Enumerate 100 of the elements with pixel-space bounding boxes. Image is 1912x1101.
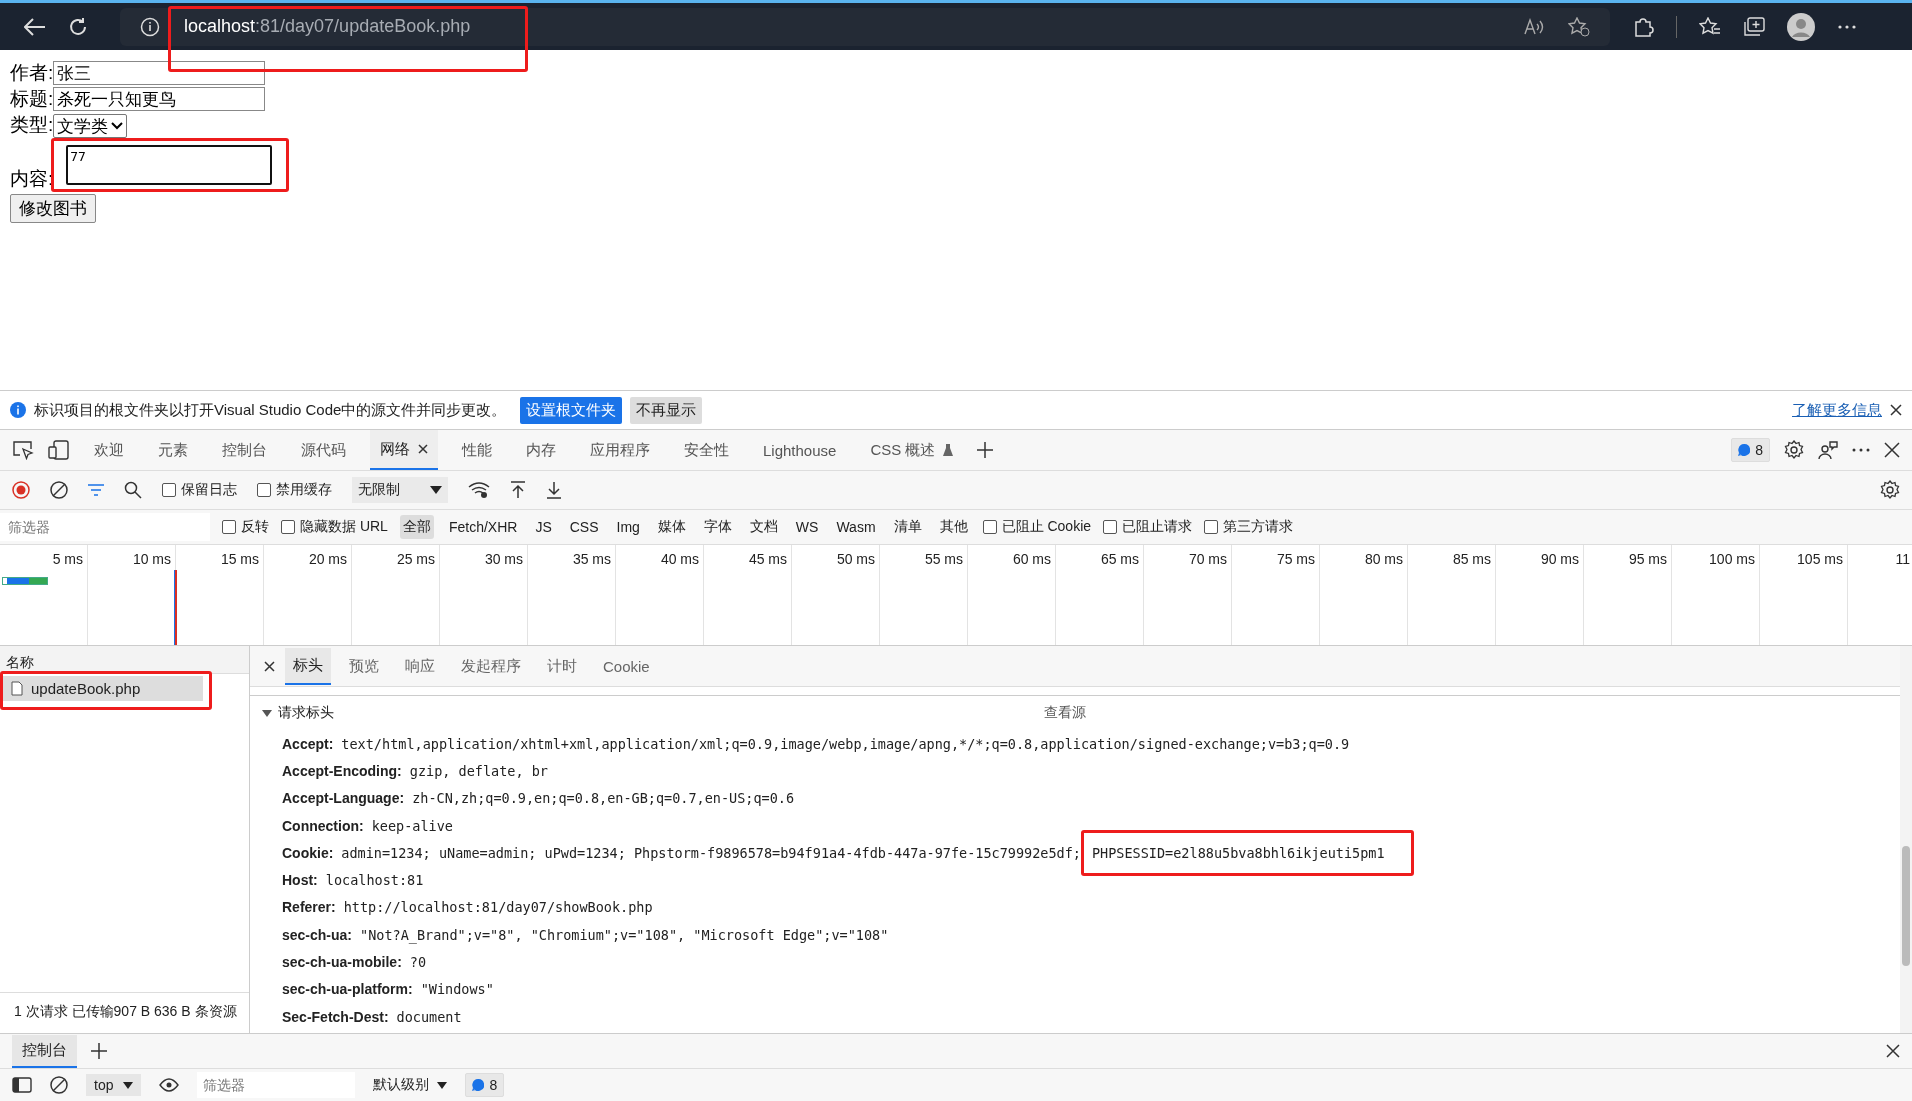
devtools-tab[interactable]: 欢迎 — [84, 430, 134, 470]
puzzle-icon[interactable] — [1632, 15, 1654, 38]
clear-icon[interactable] — [50, 1076, 68, 1094]
devtools-tab[interactable]: CSS 概述 — [860, 430, 964, 470]
header-name: Host: — [282, 872, 318, 889]
content-textarea[interactable]: 77 — [66, 145, 273, 185]
sidebar-icon[interactable] — [12, 1077, 32, 1093]
type-filter-button[interactable]: 媒体 — [654, 515, 689, 539]
detail-tab[interactable]: 计时 — [539, 648, 585, 684]
plus-icon[interactable] — [977, 442, 994, 458]
issues-badge[interactable]: 8 — [1731, 438, 1770, 462]
level-select[interactable]: 默认级别 — [373, 1076, 448, 1094]
plus-icon[interactable] — [91, 1043, 107, 1059]
devtools-tab[interactable]: 控制台 — [212, 430, 277, 470]
type-filter-button[interactable]: WS — [792, 516, 822, 538]
clear-icon[interactable] — [50, 481, 68, 499]
throttle-select[interactable]: 无限制 — [352, 477, 448, 503]
people-icon[interactable] — [1818, 440, 1838, 460]
devtools-tab[interactable]: 性能 — [452, 430, 502, 470]
checkbox[interactable] — [1103, 520, 1118, 534]
type-filter-button[interactable]: JS — [532, 516, 555, 538]
close-icon[interactable] — [1884, 442, 1900, 458]
close-icon[interactable] — [264, 660, 275, 672]
close-icon[interactable] — [1886, 1044, 1900, 1058]
back-icon[interactable] — [24, 17, 46, 36]
favorites-icon[interactable] — [1699, 16, 1721, 37]
caret-icon[interactable] — [262, 708, 272, 718]
upload-icon[interactable] — [510, 481, 526, 499]
more-icon[interactable] — [1852, 448, 1870, 452]
request-item[interactable]: updateBook.php — [3, 676, 203, 701]
address-bar[interactable]: localhost:81/day07/updateBook.php — [120, 7, 1610, 46]
devtools-tab[interactable]: 安全性 — [674, 430, 739, 470]
checkbox[interactable] — [222, 520, 236, 534]
avatar-icon[interactable] — [1787, 12, 1815, 41]
settings-icon[interactable] — [1880, 480, 1900, 500]
header-name: sec-ch-ua-platform: — [282, 981, 413, 998]
detail-tab[interactable]: Cookie — [595, 649, 658, 683]
type-filter-button[interactable]: 全部 — [399, 515, 434, 539]
checkbox-label: 禁用缓存 — [276, 481, 332, 499]
type-filter-button[interactable]: CSS — [566, 516, 602, 538]
devtools-tab[interactable]: 源代码 — [291, 430, 356, 470]
filter-icon[interactable] — [88, 484, 104, 496]
close-icon[interactable] — [418, 444, 428, 454]
star-plus-icon[interactable] — [1568, 16, 1590, 37]
devtools-tab[interactable]: 应用程序 — [580, 430, 660, 470]
learn-more-link[interactable]: 了解更多信息 — [1792, 400, 1882, 420]
devtools-tab[interactable]: Lighthouse — [753, 430, 847, 470]
type-filter-button[interactable]: 其他 — [936, 515, 971, 539]
record-icon[interactable] — [12, 481, 30, 499]
checkbox-label: 隐藏数据 URL — [300, 518, 388, 536]
detail-tab[interactable]: 响应 — [397, 648, 443, 684]
checkbox[interactable] — [162, 483, 176, 497]
type-filter-button[interactable]: Img — [613, 516, 643, 538]
issues-badge[interactable]: 8 — [465, 1073, 505, 1097]
settings-icon[interactable] — [1784, 440, 1804, 460]
more-icon[interactable] — [1837, 23, 1857, 30]
section-title[interactable]: 请求标头 — [278, 704, 1038, 722]
checkbox-label: 第三方请求 — [1223, 518, 1294, 536]
download-icon[interactable] — [546, 481, 562, 499]
submit-button[interactable]: 修改图书 — [10, 194, 96, 223]
detail-tab[interactable]: 发起程序 — [453, 648, 529, 684]
filter-field[interactable]: 筛选器 — [0, 513, 210, 541]
devtools-tab[interactable]: 内存 — [516, 430, 566, 470]
checkbox[interactable] — [281, 520, 295, 534]
header-value: http://localhost:81/day07/showBook.php — [343, 899, 653, 916]
type-filter-button[interactable]: 字体 — [700, 515, 735, 539]
input-field[interactable]: 张三 — [53, 61, 266, 85]
detail-tab[interactable]: 标头 — [285, 647, 331, 685]
device-icon[interactable] — [48, 440, 70, 460]
header-name: Accept: — [282, 735, 334, 752]
close-icon[interactable] — [1890, 404, 1902, 416]
infobar-button[interactable]: 不再显示 — [630, 396, 703, 424]
search-icon[interactable] — [124, 481, 142, 499]
type-filter-button[interactable]: Wasm — [833, 516, 879, 538]
collections-icon[interactable] — [1743, 16, 1765, 37]
view-source-link[interactable]: 查看源 — [1044, 704, 1086, 722]
checkbox[interactable] — [982, 520, 997, 534]
type-filter-button[interactable]: 清单 — [890, 515, 925, 539]
scrollbar[interactable] — [1900, 646, 1912, 1033]
detail-tab[interactable]: 预览 — [341, 648, 387, 684]
inspect-icon[interactable] — [12, 440, 34, 460]
type-filter-button[interactable]: Fetch/XHR — [445, 516, 521, 538]
info-icon[interactable] — [140, 16, 160, 37]
devtools-tab[interactable]: 元素 — [148, 430, 198, 470]
checkbox-label: 已阻止 Cookie — [1001, 518, 1092, 536]
input-field[interactable]: 杀死一只知更鸟 — [53, 87, 266, 111]
infobar-button[interactable]: 设置根文件夹 — [520, 396, 623, 424]
checkbox[interactable] — [1204, 520, 1219, 534]
drawer-tab[interactable]: 控制台 — [12, 1034, 77, 1068]
wifi-gear-icon[interactable] — [468, 481, 490, 499]
type-filter-button[interactable]: 文档 — [746, 515, 781, 539]
tick-label: 70 ms — [1188, 551, 1227, 567]
context-select[interactable]: top — [86, 1074, 142, 1096]
refresh-icon[interactable] — [68, 16, 88, 37]
type-select[interactable]: 文学类 — [53, 114, 128, 138]
devtools-tab[interactable]: 网络 — [370, 430, 438, 470]
checkbox[interactable] — [257, 483, 271, 497]
filter-field[interactable]: 筛选器 — [197, 1072, 356, 1098]
read-aloud-icon[interactable] — [1524, 17, 1544, 36]
eye-icon[interactable] — [159, 1078, 180, 1092]
